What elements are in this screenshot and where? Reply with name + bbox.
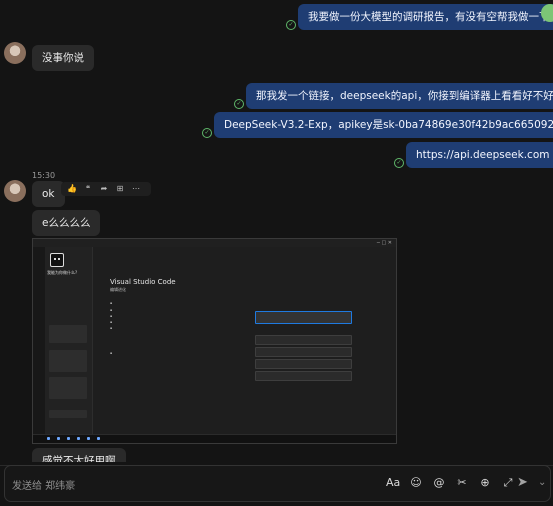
copilot-icon [50, 253, 64, 267]
start-link: ▪ [110, 326, 113, 330]
avatar[interactable] [4, 180, 26, 202]
like-icon[interactable]: 👍 [65, 184, 79, 194]
walkthrough-card [255, 335, 352, 345]
forward-icon[interactable]: ➦ [97, 184, 111, 194]
read-receipt-icon: ✓ [286, 20, 296, 30]
message-outgoing-link[interactable]: https://api.deepseek.com [406, 142, 553, 168]
message-incoming[interactable]: ok [32, 181, 65, 207]
expand-icon[interactable]: ⤢ [501, 476, 515, 490]
taskbar [33, 434, 396, 443]
sidebar-question: 我能为你做什么? [47, 270, 78, 275]
message-outgoing[interactable]: 那我发一个链接，deepseek的api，你接到编译器上看看好不好用 [246, 83, 553, 109]
read-receipt-icon: ✓ [234, 99, 244, 109]
walkthrough-card [255, 371, 352, 381]
sidebar-card [49, 350, 87, 372]
start-section: ▪ [110, 301, 113, 305]
message-incoming[interactable]: e么么么么 [32, 210, 101, 236]
start-link: ▪ [110, 308, 113, 312]
start-link: ▪ [110, 314, 113, 318]
start-link: ▪ [110, 320, 113, 324]
add-icon[interactable]: ⊞ [113, 184, 127, 194]
sidebar-card [49, 325, 87, 343]
welcome-subtitle: 编辑进化 [110, 287, 126, 292]
chevron-down-icon[interactable]: ⌄ [538, 477, 546, 488]
avatar[interactable] [4, 42, 26, 64]
more-icon[interactable]: ⋯ [129, 184, 143, 194]
message-incoming[interactable]: 没事你说 [32, 45, 94, 71]
walkthrough-card [255, 347, 352, 357]
read-receipt-icon: ✓ [394, 158, 404, 168]
chat-history: 我要做一份大模型的调研报告，有没有空帮我做一下 ✓ 没事你说 那我发一个链接，d… [0, 0, 553, 462]
scissors-icon[interactable]: ✂ [455, 476, 469, 490]
message-outgoing[interactable]: 我要做一份大模型的调研报告，有没有空帮我做一下 [298, 4, 553, 30]
quote-icon[interactable]: ❝ [81, 184, 95, 194]
window-controls-icon: ─ □ ✕ [376, 240, 392, 246]
sidebar-input [49, 410, 87, 418]
sidebar-card [49, 377, 87, 399]
add-icon[interactable]: ⊕ [478, 476, 492, 490]
avatar[interactable] [541, 4, 553, 22]
message-incoming[interactable]: 感觉不太好用啊 [32, 448, 126, 462]
message-actions: 👍 ❝ ➦ ⊞ ⋯ [61, 182, 151, 196]
font-icon[interactable]: Aa [386, 476, 400, 490]
welcome-title: Visual Studio Code [110, 278, 176, 286]
read-receipt-icon: ✓ [202, 128, 212, 138]
walkthrough-card [255, 359, 352, 369]
emoji-icon[interactable]: ☺ [409, 476, 423, 490]
recent-section: ▪ [110, 351, 113, 355]
composer-toolbar: Aa ☺ @ ✂ ⊕ ⤢ [386, 475, 515, 491]
walkthrough-card [255, 311, 352, 324]
message-outgoing[interactable]: DeepSeek-V3.2-Exp，apikey是sk-0ba74869e30f… [214, 112, 553, 138]
message-timestamp: 15:30 [32, 171, 56, 180]
message-placeholder: 发送给 郑纬豪 [12, 481, 76, 492]
mention-icon[interactable]: @ [432, 476, 446, 490]
send-icon[interactable]: ➤ [517, 476, 535, 490]
image-message[interactable]: ─ □ ✕ 我能为你做什么? Visual Studio Code 编辑进化 ▪… [32, 238, 397, 444]
